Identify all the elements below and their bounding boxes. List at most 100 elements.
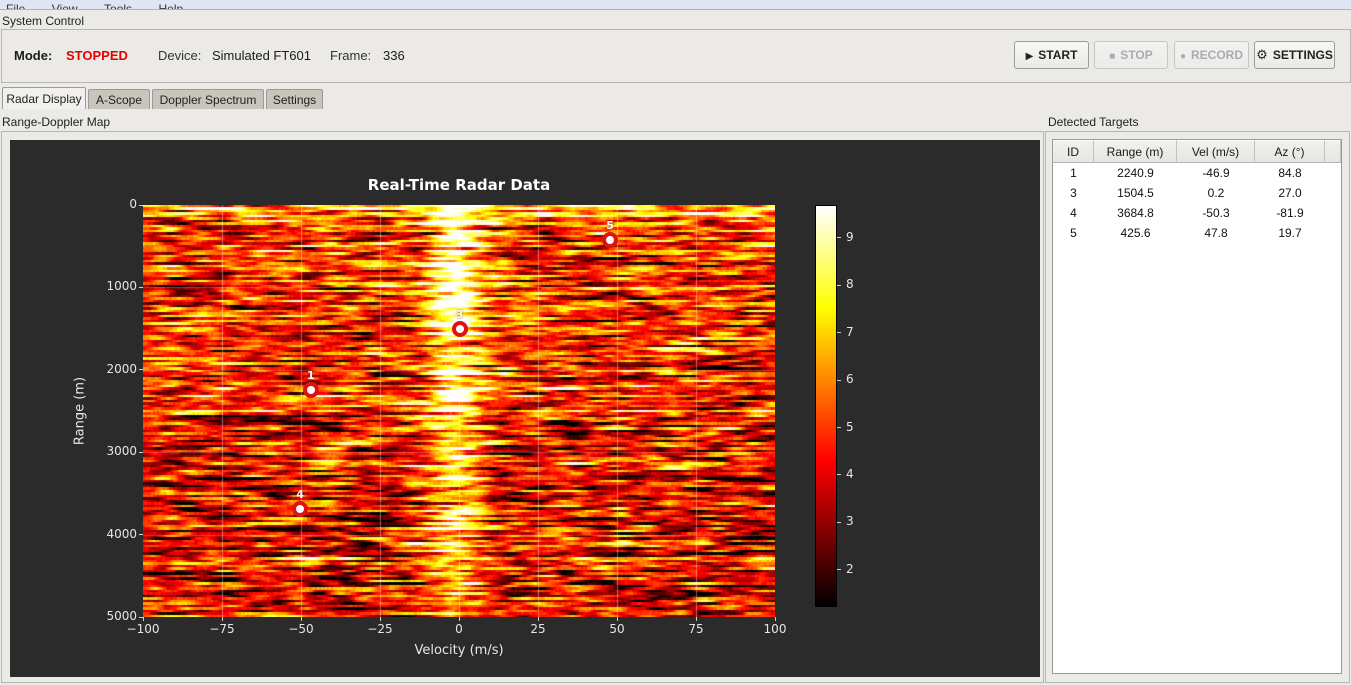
x-tick-mark [142,617,144,621]
y-tick-mark [139,616,143,618]
stop-icon: ■ [1109,51,1116,62]
table-row[interactable]: 3 1504.5 0.2 27.0 [1053,183,1341,203]
column-header-stub [1325,140,1341,163]
x-tick-mark [616,617,618,621]
table-cell: 0.2 [1207,186,1225,200]
colorbar-tick-label: 7 [846,324,854,339]
x-tick-mark [695,617,697,621]
table-cell: -50.3 [1202,206,1230,220]
x-axis-label: Velocity (m/s) [414,643,504,658]
table-cell: -46.9 [1202,166,1230,180]
x-tick-label: −100 [126,622,160,636]
radar-plot-panel: Real-Time Radar Data Velocity (m/s) Rang… [10,140,1040,677]
y-tick-mark [139,286,143,288]
table-row[interactable]: 1 2240.9 -46.9 84.8 [1053,163,1341,183]
tab-settings[interactable]: Settings [266,89,323,109]
colorbar-tick-mark [837,379,841,381]
device-value: Simulated FT601 [212,48,311,63]
frame-label: Frame: [330,48,372,63]
x-tick-label: 50 [609,622,625,636]
table-cell: 1 [1070,166,1077,180]
y-axis-label: Range (m) [72,376,88,446]
colorbar-tick-mark [837,521,841,523]
table-cell: 19.7 [1278,226,1302,240]
x-tick-mark [300,617,302,621]
colorbar-tick-mark [837,237,841,239]
detected-targets-title: Detected Targets [1048,115,1139,129]
colorbar-tick-mark [837,569,841,571]
table-row[interactable]: 5 425.6 47.8 19.7 [1053,223,1341,243]
y-tick-mark [139,204,143,206]
record-button[interactable]: ● RECORD [1174,41,1249,69]
table-header-row: ID Range (m) Vel (m/s) Az (°) [1053,140,1341,163]
tab-doppler-spectrum[interactable]: Doppler Spectrum [152,89,264,109]
table-cell: 425.6 [1120,226,1151,240]
mode-status-value: STOPPED [66,48,128,63]
menu-tools[interactable]: Tools [104,1,132,9]
column-header-range[interactable]: Range (m) [1094,140,1177,163]
play-icon: ▶ [1025,51,1034,62]
colorbar-tick-label: 9 [846,229,854,244]
y-tick-mark [139,369,143,371]
colorbar-tick-mark [837,284,841,286]
target-marker [602,232,619,249]
colorbar-tick-label: 5 [846,419,854,434]
x-tick-label: −75 [209,622,235,636]
x-tick-label: 0 [455,622,463,636]
y-tick-label: 4000 [106,526,137,541]
colorbar [815,205,837,607]
colorbar-tick-label: 8 [846,277,854,292]
column-header-id[interactable]: ID [1053,140,1094,163]
colorbar-tick-mark [837,474,841,476]
range-doppler-map-title: Range-Doppler Map [2,115,111,129]
target-label: 3 [455,307,464,321]
system-control-title: System Control [2,14,85,28]
table-cell: 5 [1070,226,1077,240]
table-row[interactable]: 4 3684.8 -50.3 -81.9 [1053,203,1341,223]
table-cell: 47.8 [1204,226,1228,240]
mode-label: Mode: [14,48,53,63]
menu-help[interactable]: Help [159,1,184,9]
x-tick-label: 25 [530,622,546,636]
y-tick-mark [139,451,143,453]
stop-button[interactable]: ■ STOP [1094,41,1168,69]
table-cell: 1504.5 [1117,186,1154,200]
colorbar-tick-label: 4 [846,466,854,481]
x-tick-label: 75 [688,622,704,636]
colorbar-tick-mark [837,332,841,334]
colorbar-tick-label: 2 [846,561,854,576]
detected-targets-table: ID Range (m) Vel (m/s) Az (°) 1 2240.9 -46.9 8… [1052,139,1342,674]
column-header-az[interactable]: Az (°) [1255,140,1325,163]
x-tick-mark [221,617,223,621]
table-cell: 27.0 [1278,186,1302,200]
table-cell: 4 [1070,206,1077,220]
target-label: 1 [306,368,315,382]
y-tick-label: 0 [129,197,137,211]
x-tick-mark [537,617,539,621]
frame-counter: 336 [383,48,405,63]
tab-a-scope[interactable]: A-Scope [88,89,150,109]
target-marker [451,320,468,337]
menu-file[interactable]: File [6,1,25,9]
plot-title: Real-Time Radar Data [367,176,551,194]
record-dot-icon: ● [1179,51,1187,62]
range-doppler-heatmap [143,205,775,617]
device-label: Device: [158,48,202,63]
colorbar-tick-mark [837,427,841,429]
y-tick-label: 2000 [106,361,137,376]
tab-radar-display[interactable]: Radar Display [2,87,86,109]
y-tick-label: 3000 [106,444,137,459]
x-tick-mark [379,617,381,621]
x-tick-mark [774,617,776,621]
colorbar-tick-label: 6 [846,372,854,387]
start-button[interactable]: ▶ START [1014,41,1089,69]
column-header-vel[interactable]: Vel (m/s) [1177,140,1255,163]
x-tick-label: 100 [763,622,787,636]
gear-icon: ⚙ [1256,47,1268,62]
settings-button[interactable]: ⚙ SETTINGS [1254,41,1335,69]
menu-view[interactable]: View [52,1,78,9]
table-cell: 3 [1070,186,1077,200]
table-body: 1 2240.9 -46.9 84.8 3 1504.5 0.2 27.0 4 3684.8 -50… [1053,163,1341,243]
table-cell: 3684.8 [1117,206,1154,220]
x-tick-mark [458,617,460,621]
